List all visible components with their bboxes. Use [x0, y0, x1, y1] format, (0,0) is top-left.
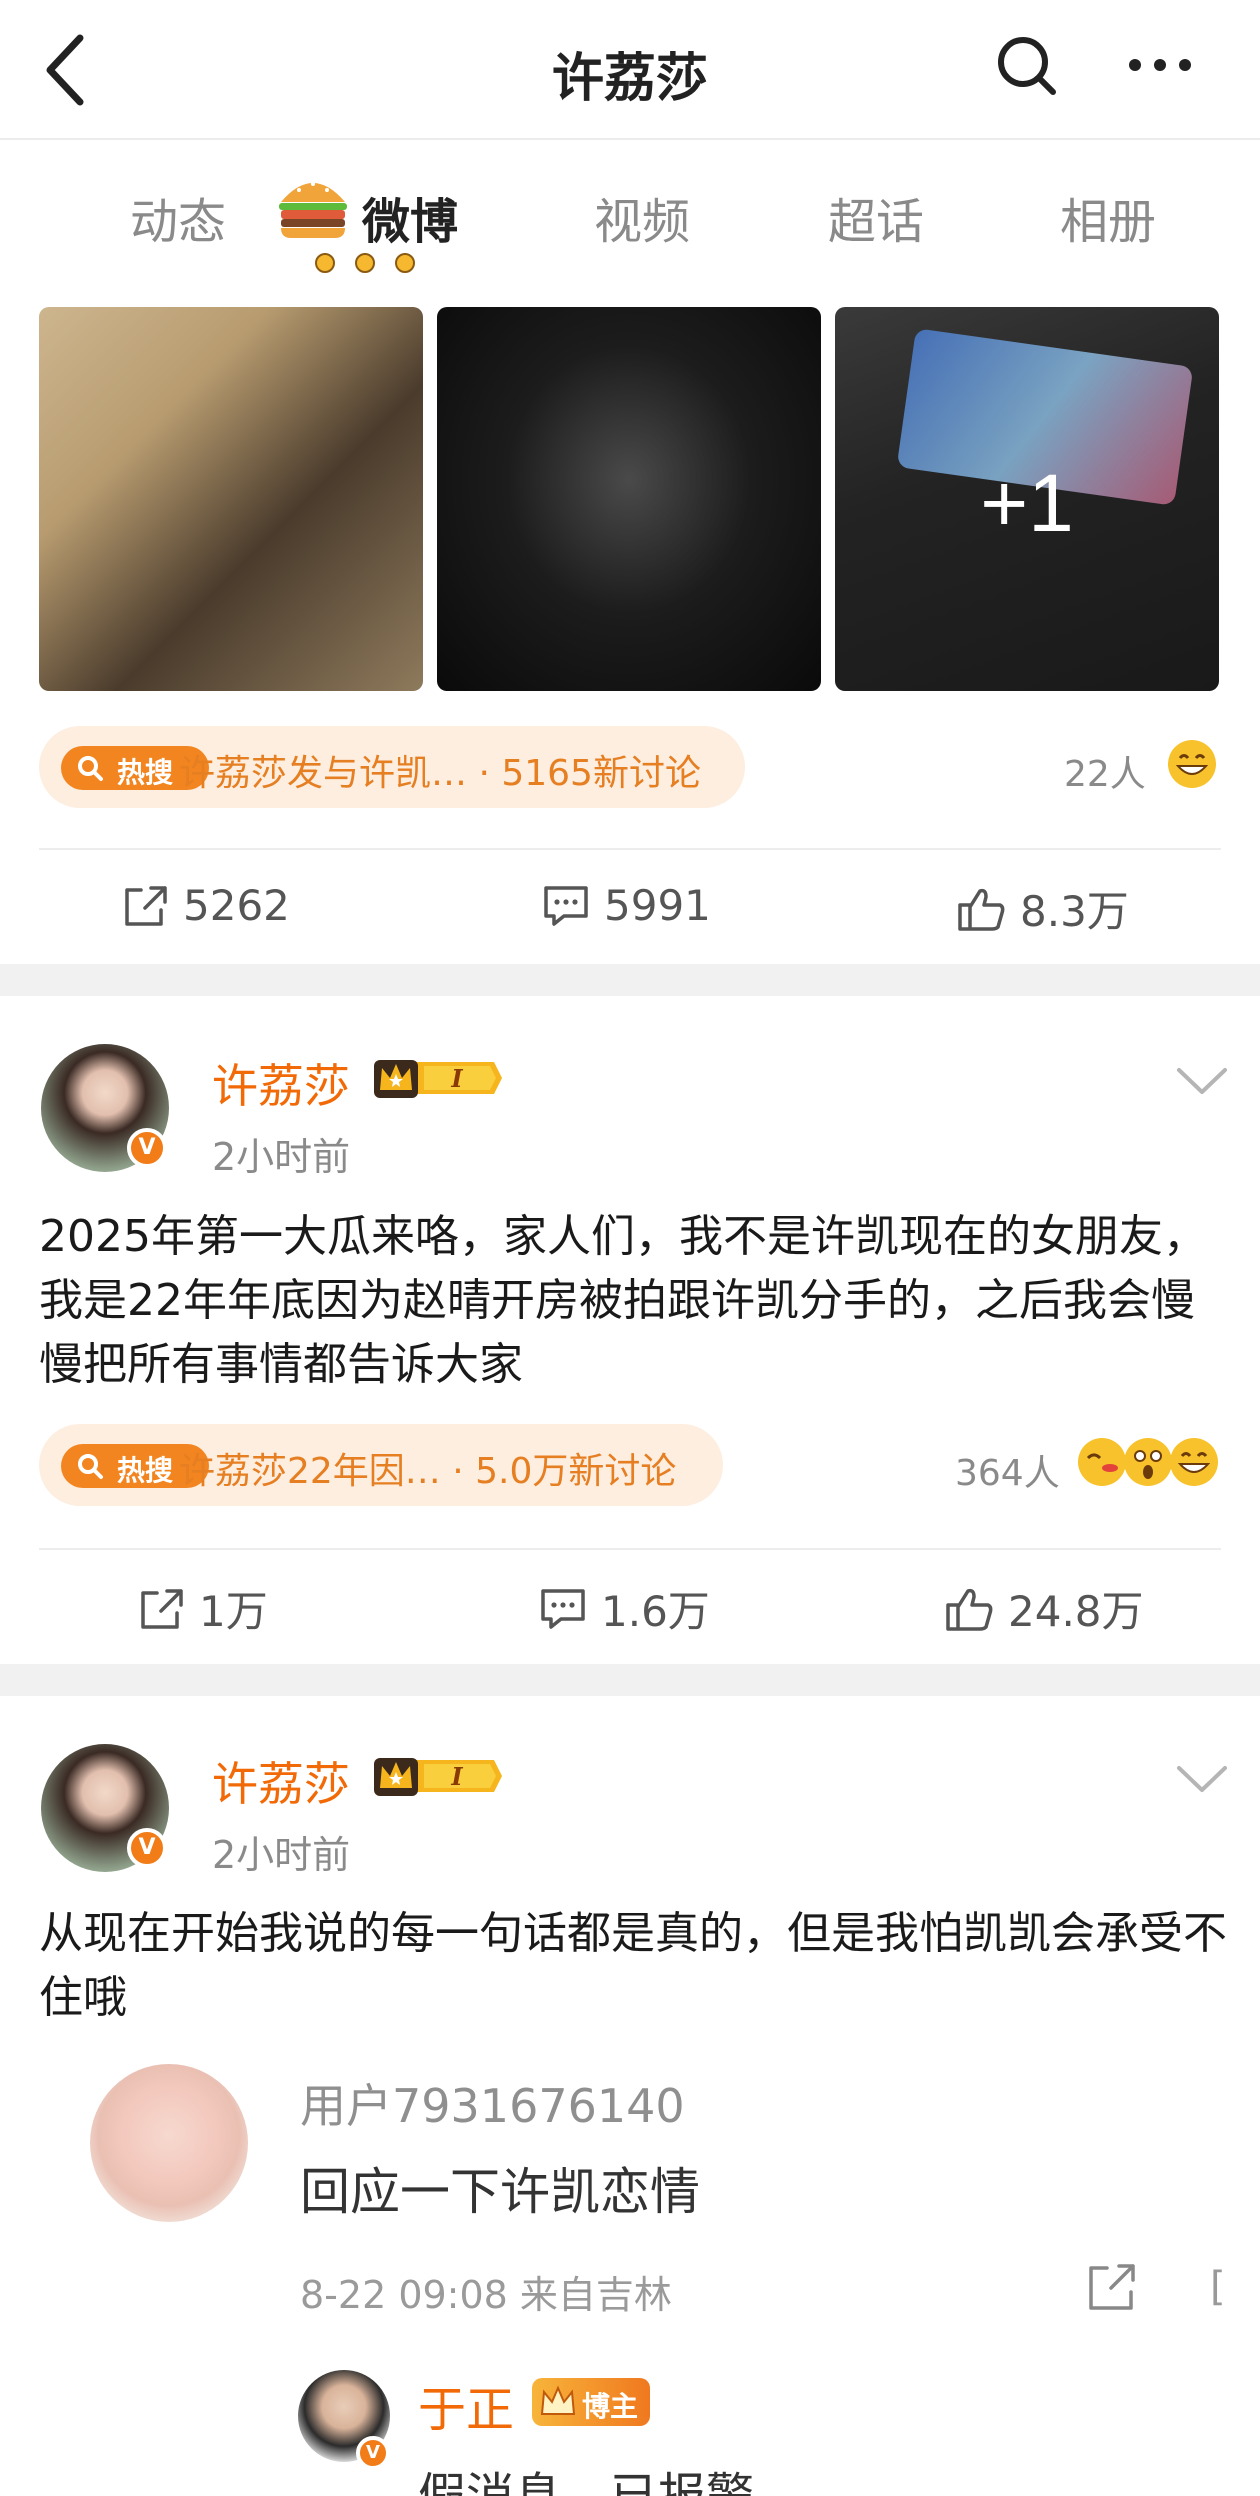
chevron-down-icon[interactable] — [1175, 1064, 1229, 1098]
chevron-down-icon[interactable] — [1175, 1762, 1229, 1796]
post-image-3[interactable]: +1 — [835, 307, 1219, 691]
cropped-icon-edge: [ — [1210, 2264, 1226, 2310]
burger-icon — [279, 182, 347, 238]
vip-crown-icon: I — [374, 1758, 502, 1796]
comment-icon — [544, 885, 588, 926]
thumbs-up-icon — [946, 1588, 993, 1631]
comment-meta: 8-22 09:08 来自吉林 — [300, 2273, 672, 2317]
post-image-1[interactable] — [39, 307, 423, 691]
tab-dongtai[interactable]: 动态 — [130, 182, 226, 252]
comment-text: 回应一下许凯恋情 — [300, 2163, 700, 2221]
post-action-bar: 1万 1.6万 24.8万 — [39, 1548, 1221, 1663]
hot-topic-text: 许荔莎22年因… · 5.0万新讨论 — [179, 1451, 677, 1492]
tab-video[interactable]: 视频 — [594, 182, 690, 252]
author-name[interactable]: 许荔莎 — [212, 1748, 350, 1814]
reply-text: 假消息，已报警 — [418, 2468, 755, 2496]
comment-icon — [541, 1588, 585, 1629]
participants-count: 22人 — [1064, 754, 1146, 795]
svg-text:I: I — [450, 1064, 463, 1093]
hot-search-pill[interactable]: 热搜 许荔莎22年因… · 5.0万新讨论 — [39, 1424, 723, 1506]
vip-crown-icon: I — [374, 1060, 502, 1098]
post-image-2[interactable] — [437, 307, 821, 691]
post-content: 2025年第一大瓜来咯，家人们，我不是许凯现在的女朋友，我是22年年底因为赵晴开… — [39, 1211, 1207, 1390]
share-icon — [1089, 2264, 1135, 2310]
commenter-avatar — [90, 2064, 248, 2222]
repost-button[interactable]: 1万 — [137, 1578, 268, 1639]
share-icon — [141, 1588, 183, 1629]
top-nav-bar: 许荔莎 — [0, 0, 1260, 140]
grin-emoji-icon — [1168, 740, 1216, 788]
commenter-name: 用户7931676140 — [300, 2079, 685, 2133]
search-small-icon — [78, 756, 103, 781]
post-time: 2小时前 — [212, 1135, 351, 1179]
svg-text:I: I — [450, 1762, 463, 1791]
search-small-icon — [78, 1454, 103, 1479]
crown-small-icon — [540, 2385, 576, 2415]
comment-button[interactable]: 1.6万 — [539, 1578, 710, 1639]
repost-button[interactable]: 5262 — [121, 878, 290, 930]
search-icon[interactable] — [995, 34, 1059, 98]
tab-supertopic[interactable]: 超话 — [828, 182, 924, 252]
verified-badge: V — [356, 2436, 390, 2470]
profile-tab-bar: 动态 微博 视频 超话 相册 — [0, 140, 1260, 285]
feed-separator — [0, 964, 1260, 996]
hot-topic-text: 许荔莎发与许凯… · 5165新讨论 — [179, 753, 701, 794]
participants-count: 364人 — [955, 1453, 1060, 1494]
more-images-count: +1 — [980, 458, 1074, 549]
comment-button[interactable]: 5991 — [542, 878, 711, 930]
post-content: 从现在开始我说的每一句话都是真的，但是我怕凯凯会承受不住哦 — [39, 1908, 1227, 2023]
thumbs-up-icon — [958, 888, 1005, 931]
verified-badge: V — [127, 1828, 167, 1868]
coins-icon — [315, 253, 415, 273]
more-dots-icon[interactable] — [1125, 40, 1195, 90]
blogger-badge: 博主 — [532, 2378, 650, 2426]
author-name[interactable]: 许荔莎 — [212, 1050, 350, 1116]
tab-album[interactable]: 相册 — [1060, 182, 1156, 252]
reply-author-name: 于正 — [418, 2382, 515, 2438]
hot-search-pill[interactable]: 热搜 许荔莎发与许凯… · 5165新讨论 — [39, 726, 745, 808]
post-action-bar: 5262 5991 8.3万 — [39, 848, 1221, 963]
verified-badge: V — [127, 1128, 167, 1168]
like-button[interactable]: 8.3万 — [956, 878, 1129, 939]
reaction-emojis-icon — [1078, 1438, 1218, 1486]
page-title: 许荔莎 — [551, 49, 708, 109]
feed-separator — [0, 1664, 1260, 1696]
post-time: 2小时前 — [212, 1833, 351, 1877]
like-button[interactable]: 24.8万 — [944, 1578, 1144, 1639]
tab-weibo[interactable]: 微博 — [362, 182, 458, 252]
share-icon — [125, 885, 167, 926]
